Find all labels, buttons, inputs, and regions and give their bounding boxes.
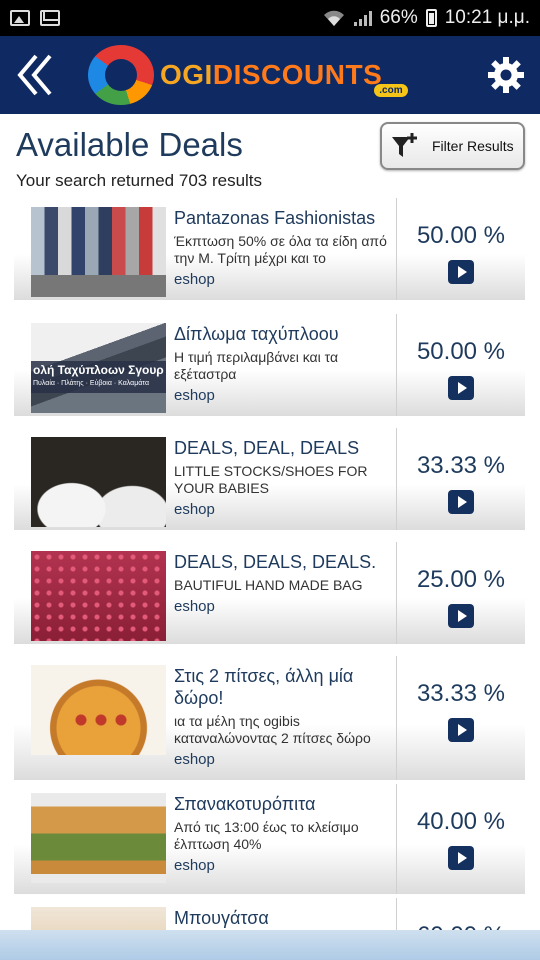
deal-discount: 33.33 % <box>416 452 506 479</box>
result-count: Your search returned 703 results <box>16 171 263 190</box>
app-logo: OGIDISCOUNTS .com <box>88 45 408 105</box>
deal-thumbnail <box>31 437 166 527</box>
deal-thumbnail <box>31 665 166 755</box>
deal-item[interactable]: ολή Ταχύπλοων Σγουρ Πυλαία · Πλάτης · Εύ… <box>14 314 525 416</box>
deal-thumbnail <box>31 551 166 641</box>
filter-results-button[interactable]: Filter Results <box>380 122 525 170</box>
double-chevron-left-icon <box>17 54 52 96</box>
deal-category: eshop <box>174 751 215 768</box>
deal-open-button[interactable] <box>448 260 474 284</box>
deal-category: eshop <box>174 857 215 874</box>
logo-text-discounts: DISCOUNTS <box>212 59 383 90</box>
clock: 10:21 μ.μ. <box>444 7 530 28</box>
logo-text: OGIDISCOUNTS <box>160 59 382 91</box>
app-header: OGIDISCOUNTS .com <box>0 36 540 114</box>
deal-discount: 60.00 % <box>417 922 505 930</box>
deal-description: BAUTIFUL HAND MADE BAG <box>174 577 363 593</box>
deal-item[interactable]: DEALS, DEALS, DEALS. BAUTIFUL HAND MADE … <box>14 542 525 644</box>
deal-title: DEALS, DEALS, DEALS. <box>174 552 377 572</box>
gallery-notification-icon <box>10 10 30 26</box>
logo-mark-icon <box>88 45 154 105</box>
filter-results-label: Filter Results <box>432 138 514 154</box>
thumbnail-caption: ολή Ταχύπλοων Σγουρ Πυλαία · Πλάτης · Εύ… <box>31 361 166 393</box>
deal-item[interactable]: Σπανακοτυρόπιτα Από τις 13:00 έως το κλε… <box>14 784 525 894</box>
page-title: Available Deals <box>16 126 243 163</box>
back-button[interactable] <box>0 36 70 114</box>
bottom-navigation-strip <box>0 930 540 960</box>
deal-open-button[interactable] <box>448 604 474 628</box>
deal-title: DEALS, DEAL, DEALS <box>174 438 360 458</box>
thumbnail-caption-sub: Πυλαία · Πλάτης · Εύβοια · Καλαμάτα <box>33 380 149 387</box>
deal-thumbnail <box>31 207 166 297</box>
deal-discount: 50.00 % <box>416 222 506 249</box>
deal-discount: 50.00 % <box>416 338 506 365</box>
deal-item[interactable]: Στις 2 πίτσες, άλλη μία δώρο! ια τα μέλη… <box>14 656 525 780</box>
deal-item[interactable]: Μπουγάτσα 60.00 % <box>14 898 525 930</box>
deal-description: ια τα μέλη της ogibis καταναλώνοντας 2 π… <box>174 713 371 746</box>
logo-text-ogi: OGI <box>160 59 213 90</box>
deal-open-button[interactable] <box>448 376 474 400</box>
deal-item[interactable]: Pantazonas Fashionistas Έκπτωση 50% σε ό… <box>14 198 525 300</box>
deal-discount: 40.00 % <box>416 808 506 835</box>
deal-description: Η τιμή περιλαμβάνει και τα εξέταστρα <box>174 349 339 382</box>
deal-description: LITTLE STOCKS/SHOES FOR YOUR BABIES <box>174 463 368 496</box>
deal-category: eshop <box>174 387 215 404</box>
deal-category: eshop <box>174 598 215 615</box>
deal-description: Από τις 13:00 έως το κλείσιμο έλπτωση 40… <box>174 819 359 852</box>
filter-plus-icon <box>392 133 417 157</box>
deal-category: eshop <box>174 501 215 518</box>
battery-icon <box>425 9 437 27</box>
deal-thumbnail <box>31 907 166 930</box>
deal-discount: 25.00 % <box>416 566 506 593</box>
deal-discount: 33.33 % <box>416 680 506 707</box>
signal-icon <box>353 10 372 26</box>
deal-open-button[interactable] <box>448 490 474 514</box>
deal-list: Pantazonas Fashionistas Έκπτωση 50% σε ό… <box>14 198 525 930</box>
deal-open-button[interactable] <box>448 718 474 742</box>
gear-icon <box>488 57 524 93</box>
wifi-icon <box>323 10 344 26</box>
logo-dotcom: .com <box>374 83 408 97</box>
deal-open-button[interactable] <box>448 846 474 870</box>
thumbnail-caption-title: ολή Ταχύπλοων Σγουρ <box>33 363 164 377</box>
deal-description: Έκπτωση 50% σε όλα τα είδη από την Μ. Τρ… <box>174 233 387 266</box>
settings-button[interactable] <box>486 55 526 95</box>
mail-notification-icon <box>40 10 60 26</box>
status-bar: 66% 10:21 μ.μ. <box>0 0 540 36</box>
deal-title: Μπουγάτσα <box>174 908 269 928</box>
deal-title: Σπανακοτυρόπιτα <box>174 794 316 814</box>
deal-item[interactable]: DEALS, DEAL, DEALS LITTLE STOCKS/SHOES F… <box>14 428 525 530</box>
deal-thumbnail <box>31 793 166 883</box>
deal-title: Pantazonas Fashionistas <box>174 208 376 228</box>
deal-title: Στις 2 πίτσες, άλλη μία δώρο! <box>174 666 354 708</box>
deal-thumbnail: ολή Ταχύπλοων Σγουρ Πυλαία · Πλάτης · Εύ… <box>31 323 166 413</box>
deal-category: eshop <box>174 271 215 288</box>
deal-title: Δίπλωμα ταχύπλοου <box>174 324 339 344</box>
battery-percent: 66% <box>379 7 418 28</box>
